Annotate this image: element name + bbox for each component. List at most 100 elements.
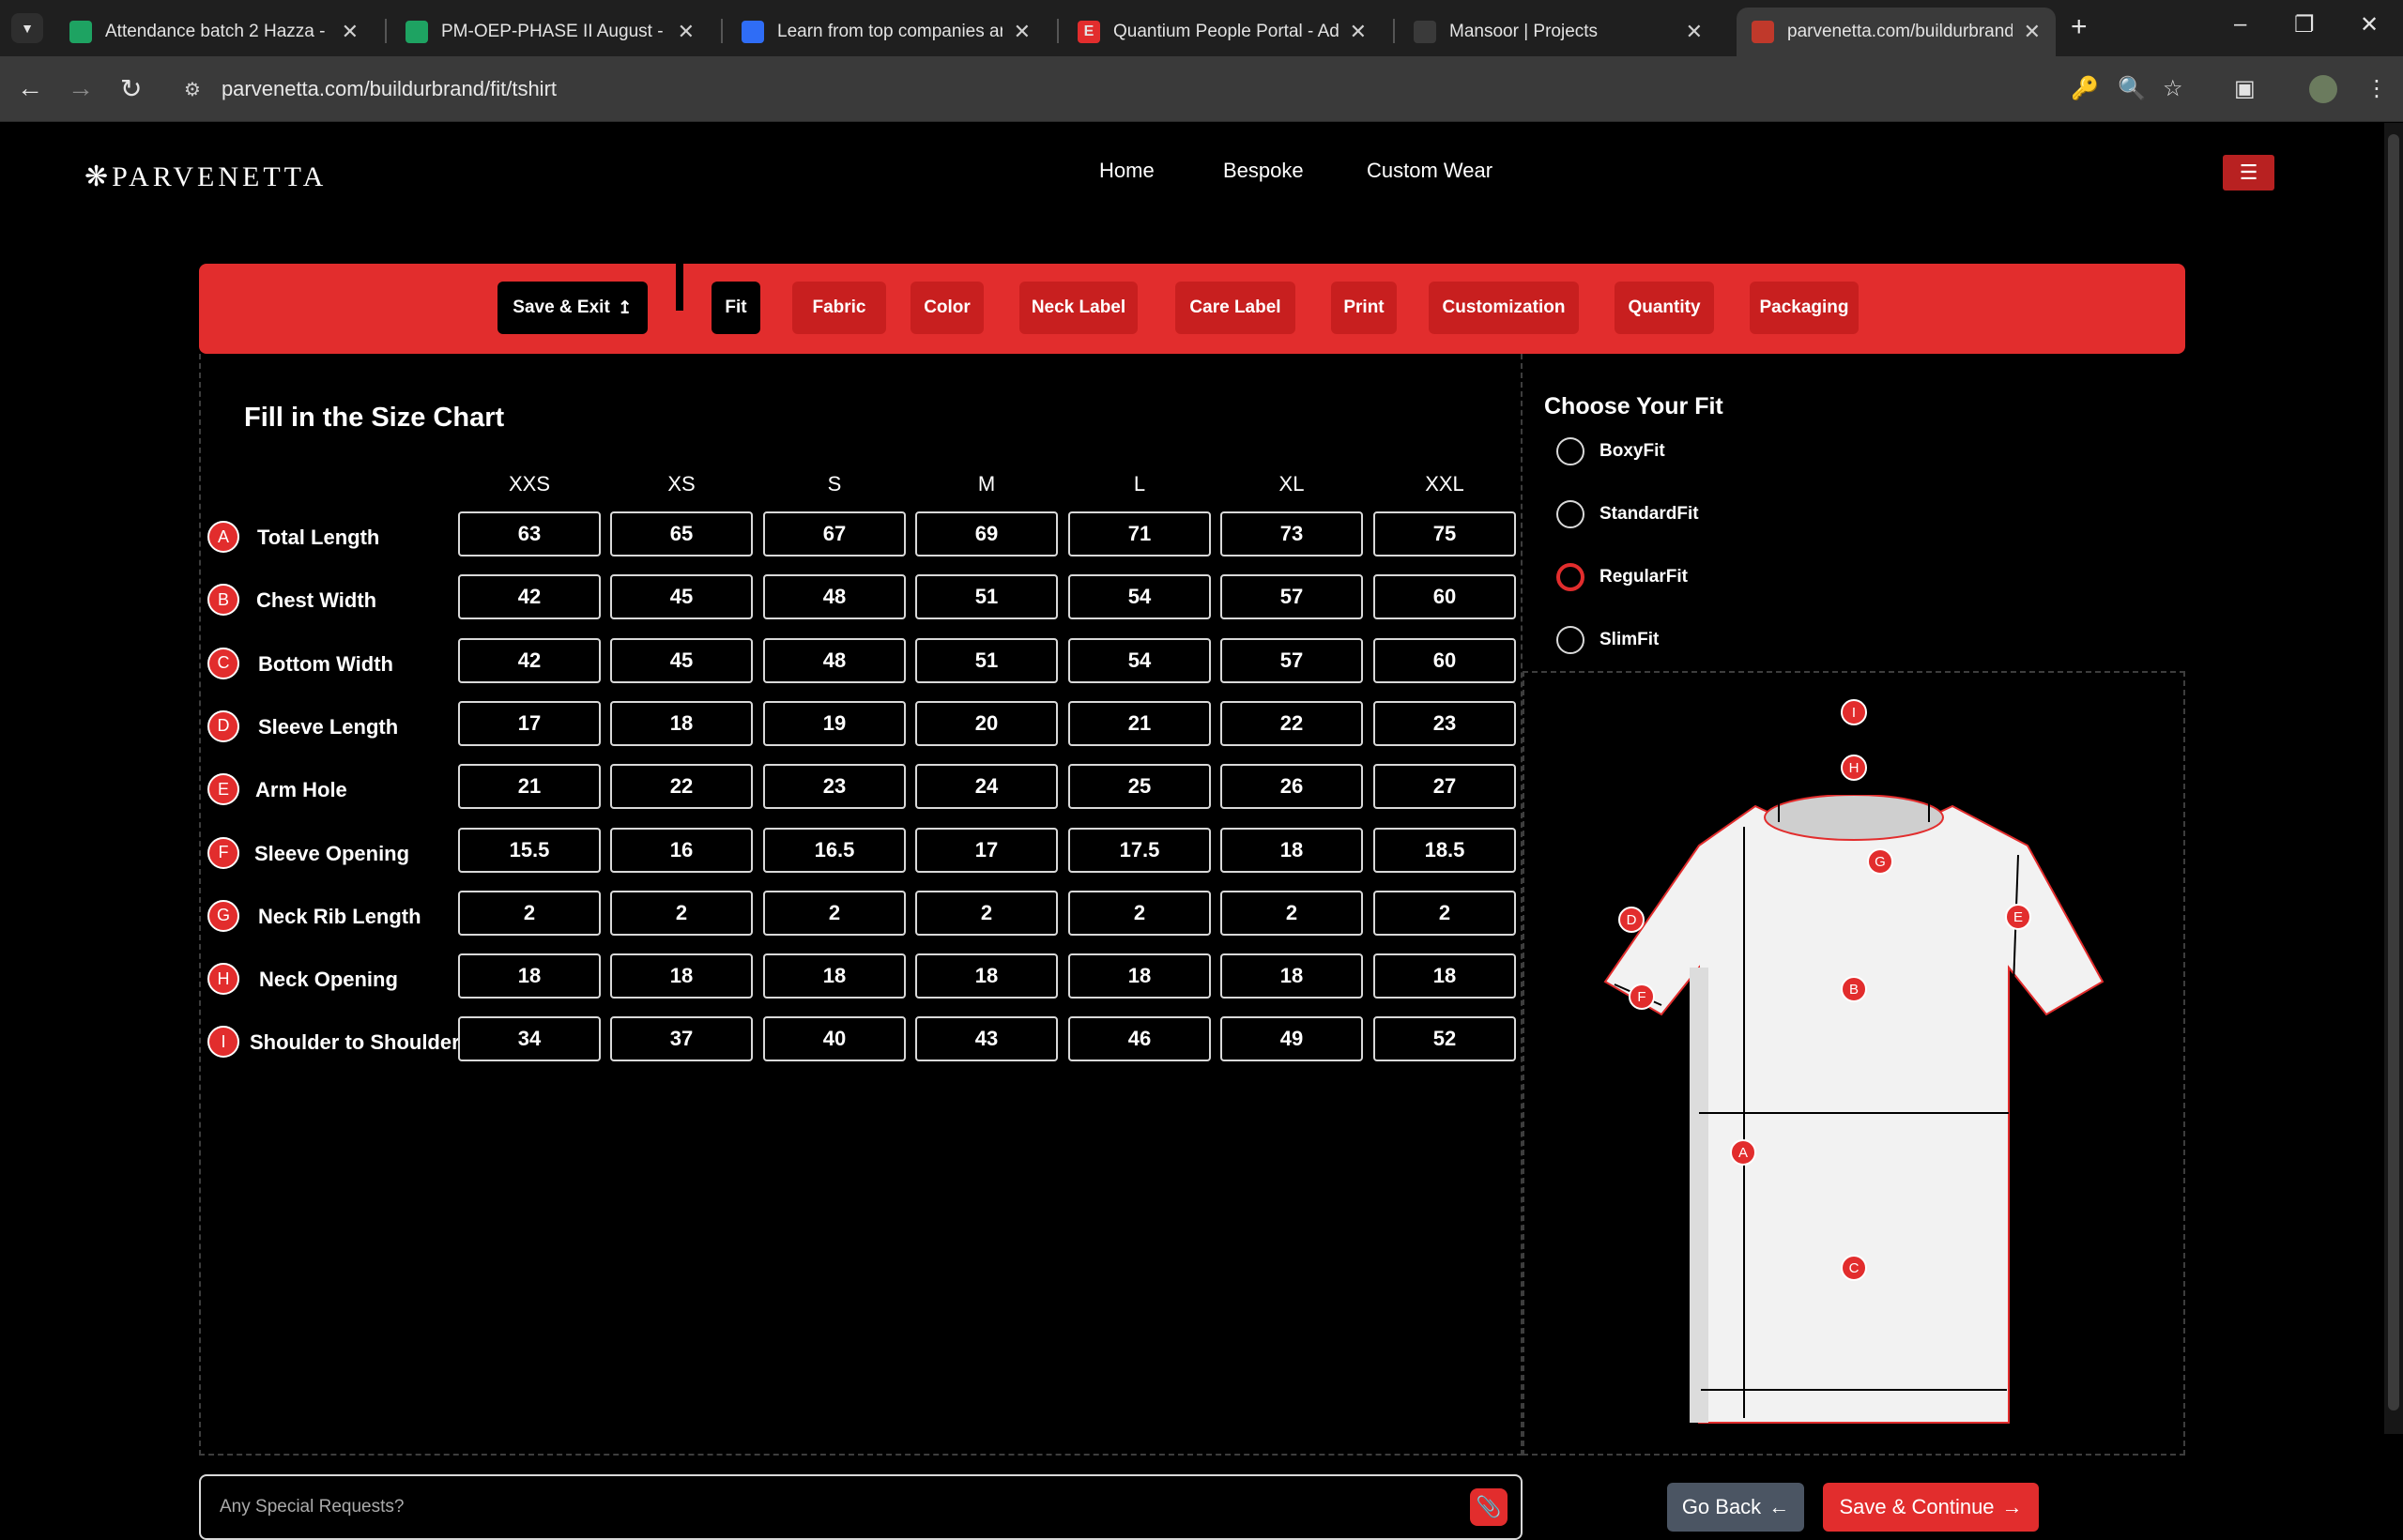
step-customization[interactable]: Customization	[1429, 282, 1579, 334]
size-input-g-s[interactable]: 2	[763, 890, 906, 936]
size-input-b-xxs[interactable]: 42	[458, 574, 601, 620]
size-input-g-xxs[interactable]: 2	[458, 890, 601, 936]
size-input-g-l[interactable]: 2	[1068, 890, 1211, 936]
browser-tab[interactable]: E Quantium People Portal - Admi ✕	[1063, 8, 1382, 56]
size-input-b-xxl[interactable]: 60	[1373, 574, 1516, 620]
size-input-a-xxl[interactable]: 75	[1373, 511, 1516, 557]
save-continue-button[interactable]: Save & Continue →	[1823, 1483, 2039, 1532]
radio-button[interactable]	[1556, 563, 1584, 591]
size-input-i-s[interactable]: 40	[763, 1016, 906, 1062]
size-input-e-s[interactable]: 23	[763, 764, 906, 810]
nav-custom-wear[interactable]: Custom Wear	[1367, 159, 1492, 183]
size-input-g-m[interactable]: 2	[915, 890, 1058, 936]
size-input-e-xxl[interactable]: 27	[1373, 764, 1516, 810]
reload-button[interactable]: ↻	[120, 73, 142, 104]
step-quantity[interactable]: Quantity	[1615, 282, 1714, 334]
size-input-b-xs[interactable]: 45	[610, 574, 753, 620]
hamburger-menu-button[interactable]: ☰	[2223, 155, 2274, 191]
tab-close-icon[interactable]: ✕	[678, 20, 695, 44]
forward-button[interactable]: →	[68, 73, 94, 103]
tab-search-button[interactable]: ▼	[11, 13, 43, 43]
nav-bespoke[interactable]: Bespoke	[1223, 159, 1304, 183]
new-tab-button[interactable]: +	[2071, 11, 2088, 43]
step-print[interactable]: Print	[1331, 282, 1397, 334]
scrollbar-thumb[interactable]	[2388, 134, 2399, 1410]
profile-avatar[interactable]	[2309, 75, 2337, 103]
attach-file-button[interactable]: 📎	[1470, 1488, 1508, 1526]
size-input-i-xs[interactable]: 37	[610, 1016, 753, 1062]
size-input-e-l[interactable]: 25	[1068, 764, 1211, 810]
size-input-a-xs[interactable]: 65	[610, 511, 753, 557]
size-input-c-m[interactable]: 51	[915, 637, 1058, 683]
size-input-b-m[interactable]: 51	[915, 574, 1058, 620]
browser-tab[interactable]: parvenetta.com/buildurbrand/fi ✕	[1737, 8, 2056, 56]
size-input-b-xl[interactable]: 57	[1220, 574, 1363, 620]
size-input-d-xl[interactable]: 22	[1220, 700, 1363, 746]
size-input-h-s[interactable]: 18	[763, 953, 906, 999]
size-input-h-xl[interactable]: 18	[1220, 953, 1363, 999]
size-input-d-xs[interactable]: 18	[610, 700, 753, 746]
size-input-i-xxl[interactable]: 52	[1373, 1016, 1516, 1062]
size-input-h-l[interactable]: 18	[1068, 953, 1211, 999]
size-input-f-xxl[interactable]: 18.5	[1373, 827, 1516, 873]
restore-button[interactable]: ❐	[2294, 11, 2315, 38]
step-care-label[interactable]: Care Label	[1175, 282, 1295, 334]
browser-tab[interactable]: Attendance batch 2 Hazza - Go ✕	[54, 8, 374, 56]
save-exit-button[interactable]: Save & Exit ↥	[497, 282, 648, 334]
size-input-i-l[interactable]: 46	[1068, 1016, 1211, 1062]
radio-button[interactable]	[1556, 500, 1584, 528]
special-requests-input[interactable]: Any Special Requests?	[199, 1474, 1523, 1540]
size-input-c-xxs[interactable]: 42	[458, 637, 601, 683]
password-key-icon[interactable]: 🔑	[2071, 75, 2099, 102]
size-input-a-m[interactable]: 69	[915, 511, 1058, 557]
tab-close-icon[interactable]: ✕	[2024, 20, 2041, 44]
size-input-b-s[interactable]: 48	[763, 574, 906, 620]
size-input-e-xs[interactable]: 22	[610, 764, 753, 810]
size-input-f-xs[interactable]: 16	[610, 827, 753, 873]
size-input-a-s[interactable]: 67	[763, 511, 906, 557]
close-window-button[interactable]: ✕	[2360, 11, 2379, 38]
size-input-f-s[interactable]: 16.5	[763, 827, 906, 873]
size-input-h-xxl[interactable]: 18	[1373, 953, 1516, 999]
size-input-g-xl[interactable]: 2	[1220, 890, 1363, 936]
size-input-h-m[interactable]: 18	[915, 953, 1058, 999]
size-input-e-xxs[interactable]: 21	[458, 764, 601, 810]
back-button[interactable]: ←	[17, 73, 43, 103]
page-scrollbar[interactable]	[2384, 123, 2403, 1434]
size-input-f-xl[interactable]: 18	[1220, 827, 1363, 873]
size-input-e-m[interactable]: 24	[915, 764, 1058, 810]
tab-close-icon[interactable]: ✕	[1686, 20, 1703, 44]
size-input-d-xxl[interactable]: 23	[1373, 700, 1516, 746]
tab-close-icon[interactable]: ✕	[1350, 20, 1367, 44]
size-input-b-l[interactable]: 54	[1068, 574, 1211, 620]
size-input-g-xxl[interactable]: 2	[1373, 890, 1516, 936]
extensions-icon[interactable]: ▣	[2234, 75, 2256, 102]
size-input-f-l[interactable]: 17.5	[1068, 827, 1211, 873]
size-input-c-l[interactable]: 54	[1068, 637, 1211, 683]
size-input-a-xxs[interactable]: 63	[458, 511, 601, 557]
tab-close-icon[interactable]: ✕	[342, 20, 359, 44]
size-input-i-xxs[interactable]: 34	[458, 1016, 601, 1062]
go-back-button[interactable]: Go Back ←	[1667, 1483, 1804, 1532]
size-input-g-xs[interactable]: 2	[610, 890, 753, 936]
fit-option-regularfit[interactable]: RegularFit	[1556, 563, 1688, 591]
size-input-d-l[interactable]: 21	[1068, 700, 1211, 746]
size-input-a-l[interactable]: 71	[1068, 511, 1211, 557]
zoom-icon[interactable]: 🔍	[2118, 75, 2146, 102]
size-input-e-xl[interactable]: 26	[1220, 764, 1363, 810]
size-input-c-xs[interactable]: 45	[610, 637, 753, 683]
browser-tab[interactable]: Learn from top companies and ✕	[727, 8, 1046, 56]
size-input-i-xl[interactable]: 49	[1220, 1016, 1363, 1062]
tab-close-icon[interactable]: ✕	[1014, 20, 1031, 44]
minimize-button[interactable]: –	[2234, 11, 2246, 38]
size-input-i-m[interactable]: 43	[915, 1016, 1058, 1062]
browser-tab[interactable]: Mansoor | Projects ✕	[1399, 8, 1718, 56]
size-input-d-xxs[interactable]: 17	[458, 700, 601, 746]
fit-option-slimfit[interactable]: SlimFit	[1556, 626, 1659, 654]
size-input-f-xxs[interactable]: 15.5	[458, 827, 601, 873]
size-input-c-xxl[interactable]: 60	[1373, 637, 1516, 683]
size-input-a-xl[interactable]: 73	[1220, 511, 1363, 557]
step-fit[interactable]: Fit	[712, 282, 760, 334]
site-logo[interactable]: ❋PARVENETTA	[84, 160, 327, 193]
nav-home[interactable]: Home	[1099, 159, 1155, 183]
